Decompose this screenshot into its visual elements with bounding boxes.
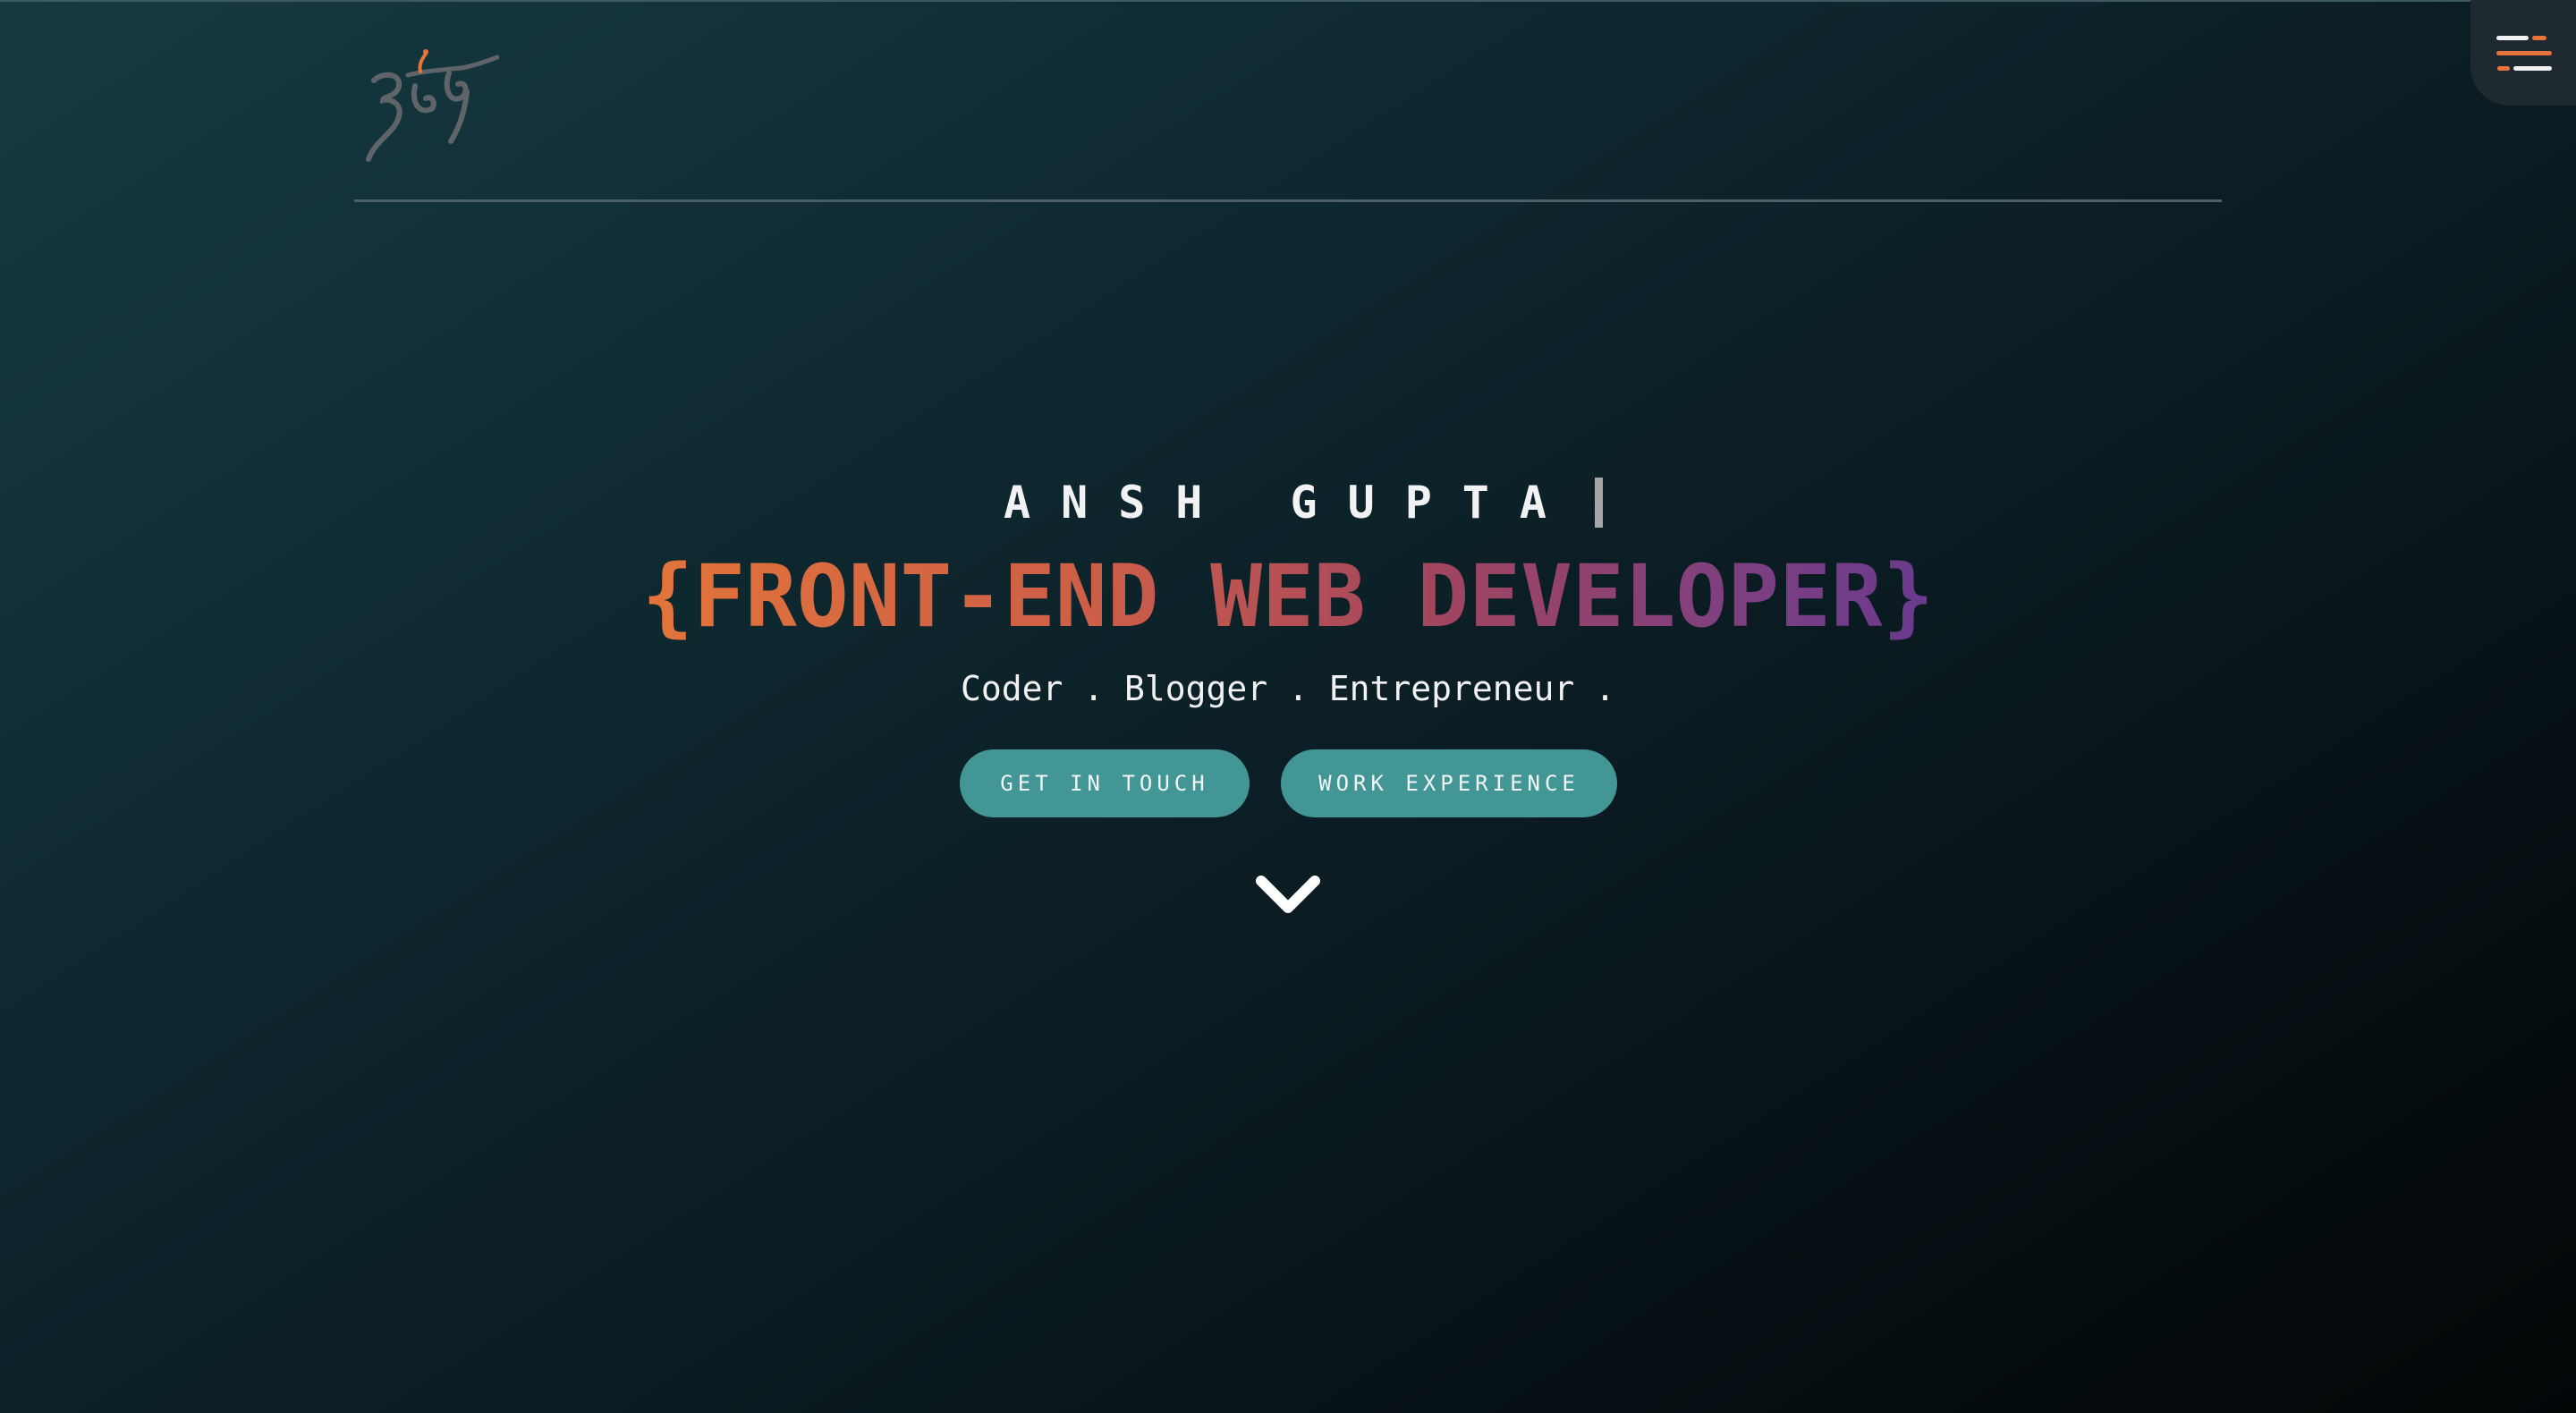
chevron-down-icon[interactable]: [1254, 872, 1322, 924]
hamburger-menu-icon: [2496, 36, 2546, 40]
role-open-brace: {: [641, 546, 694, 647]
hero-role: {FRONT-END WEB DEVELOPER}: [0, 547, 2576, 646]
logo-signature-icon: [366, 49, 499, 162]
hero-tagline: Coder . Blogger . Entrepreneur .: [960, 669, 1616, 708]
typing-cursor: [1595, 477, 1604, 528]
header-divider: [354, 199, 2222, 202]
hero-name: ANSH GUPTA: [1003, 477, 1578, 529]
work-experience-button[interactable]: WORK EXPERIENCE: [1281, 749, 1617, 817]
site-logo[interactable]: [356, 45, 499, 165]
get-in-touch-button[interactable]: GET IN TOUCH: [960, 749, 1250, 817]
top-border: [0, 0, 2576, 2]
role-title: FRONT-END WEB DEVELOPER: [693, 546, 1883, 647]
role-close-brace: }: [1882, 546, 1935, 647]
hero-name-line: ANSH GUPTA: [0, 467, 2576, 538]
menu-button[interactable]: [2470, 0, 2576, 106]
